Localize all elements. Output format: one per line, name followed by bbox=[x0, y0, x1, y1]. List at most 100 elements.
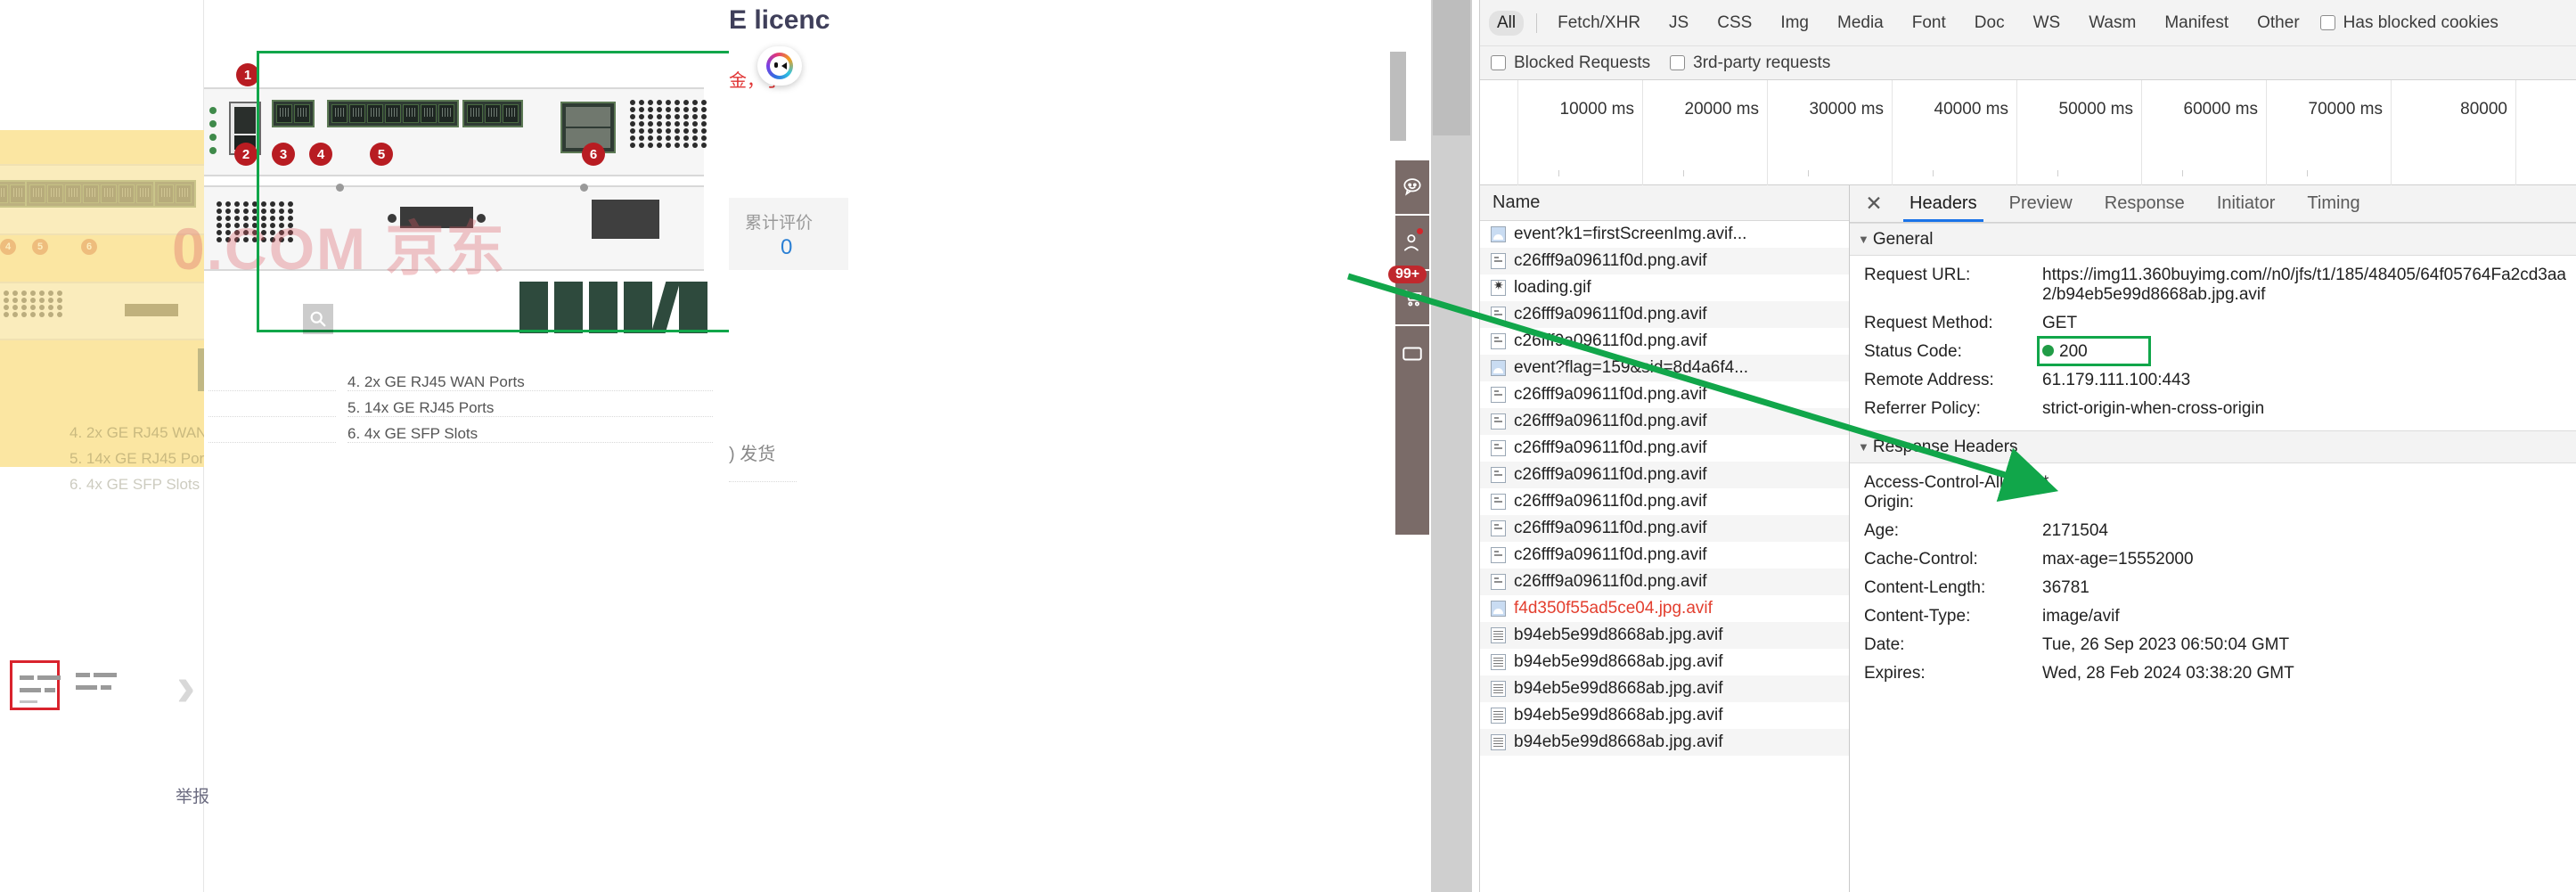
filter-chip-fetchxhr[interactable]: Fetch/XHR bbox=[1550, 11, 1648, 36]
review-count: 0 bbox=[781, 235, 792, 260]
detail-tabs: ✕ Headers Preview Response Initiator Tim… bbox=[1850, 185, 2576, 223]
thumbnail-1-selected[interactable] bbox=[10, 660, 60, 710]
request-row[interactable]: c26fff9a09611f0d.png.avif bbox=[1480, 488, 1849, 515]
filter-chip-all[interactable]: All bbox=[1489, 11, 1524, 36]
callout-marker: 4 bbox=[0, 239, 16, 255]
filter-chip-wasm[interactable]: Wasm bbox=[2081, 11, 2144, 36]
header-row: Status Code:200 bbox=[1850, 338, 2576, 366]
avatar-ring bbox=[766, 53, 793, 79]
header-key: Status Code: bbox=[1864, 342, 2042, 362]
image-file-icon bbox=[1491, 360, 1506, 376]
request-row[interactable]: c26fff9a09611f0d.png.avif bbox=[1480, 301, 1849, 328]
checkbox-box[interactable] bbox=[2320, 15, 2335, 30]
timeline-tick-label: 40000 ms bbox=[1934, 100, 2008, 119]
chevron-down-icon: ▼ bbox=[1858, 233, 1869, 246]
magnifier-icon[interactable] bbox=[303, 304, 333, 334]
filter-chip-doc[interactable]: Doc bbox=[1967, 11, 2013, 36]
request-row[interactable]: c26fff9a09611f0d.png.avif bbox=[1480, 435, 1849, 462]
generic-file-icon bbox=[1491, 467, 1506, 483]
generic-file-icon bbox=[1491, 413, 1506, 430]
request-row[interactable]: b94eb5e99d8668ab.jpg.avif bbox=[1480, 729, 1849, 756]
tab-initiator[interactable]: Initiator bbox=[2204, 193, 2289, 222]
request-row[interactable]: b94eb5e99d8668ab.jpg.avif bbox=[1480, 622, 1849, 649]
network-overview-timeline[interactable]: 10000 ms 20000 ms 30000 ms 40000 ms 5000… bbox=[1480, 80, 2576, 185]
jpeg-file-icon bbox=[1491, 627, 1506, 643]
timeline-tick-label: 30000 ms bbox=[1810, 100, 1884, 119]
network-split-view: Name event?k1=firstScreenImg.avif...c26f… bbox=[1480, 185, 2576, 892]
request-row[interactable]: b94eb5e99d8668ab.jpg.avif bbox=[1480, 702, 1849, 729]
request-row-name: event?k1=firstScreenImg.avif... bbox=[1514, 225, 1746, 244]
request-row[interactable]: event?k1=firstScreenImg.avif... bbox=[1480, 221, 1849, 248]
cart-icon[interactable]: 99+ bbox=[1395, 271, 1429, 326]
spec-dotline bbox=[348, 390, 713, 391]
section-general-header[interactable]: ▼ General bbox=[1850, 223, 2576, 256]
close-icon[interactable]: ✕ bbox=[1857, 185, 1891, 222]
request-row[interactable]: loading.gif bbox=[1480, 274, 1849, 301]
request-row[interactable]: event?flag=159&sid=8d4a6f4... bbox=[1480, 355, 1849, 381]
filter-chip-other[interactable]: Other bbox=[2249, 11, 2308, 36]
chat-icon[interactable] bbox=[1395, 160, 1429, 216]
spec-dotline bbox=[209, 390, 336, 391]
request-row[interactable]: c26fff9a09611f0d.png.avif bbox=[1480, 248, 1849, 274]
spec-dotline bbox=[348, 416, 713, 417]
filter-chip-manifest[interactable]: Manifest bbox=[2156, 11, 2237, 36]
request-row[interactable]: b94eb5e99d8668ab.jpg.avif bbox=[1480, 649, 1849, 675]
section-response-headers-header[interactable]: ▼ Response Headers bbox=[1850, 430, 2576, 463]
screen-icon[interactable] bbox=[1395, 326, 1429, 381]
request-row[interactable]: c26fff9a09611f0d.png.avif bbox=[1480, 408, 1849, 435]
page-scrollbar-thumb[interactable] bbox=[1390, 52, 1406, 141]
section-response-headers-title: Response Headers bbox=[1873, 438, 2018, 457]
header-row: Referrer Policy:strict-origin-when-cross… bbox=[1850, 395, 2576, 423]
filter-chip-js[interactable]: JS bbox=[1661, 11, 1697, 36]
header-row: Content-Length:36781 bbox=[1850, 574, 2576, 602]
gallery-next-arrow[interactable]: › bbox=[176, 658, 195, 715]
browser-scrollbar-thumb[interactable] bbox=[1433, 0, 1470, 135]
timeline-cell bbox=[1480, 80, 1518, 185]
checkbox-3rd-party-requests[interactable]: 3rd-party requests bbox=[1670, 53, 1830, 73]
request-row[interactable]: c26fff9a09611f0d.png.avif bbox=[1480, 569, 1849, 595]
filter-separator bbox=[1536, 13, 1537, 33]
request-row[interactable]: c26fff9a09611f0d.png.avif bbox=[1480, 515, 1849, 542]
tab-response[interactable]: Response bbox=[2091, 193, 2198, 222]
tab-preview[interactable]: Preview bbox=[1996, 193, 2086, 222]
generic-file-icon bbox=[1491, 574, 1506, 590]
cart-badge: 99+ bbox=[1388, 266, 1427, 283]
header-row: Remote Address:61.179.111.100:443 bbox=[1850, 366, 2576, 395]
checkbox-box[interactable] bbox=[1491, 55, 1506, 70]
generic-file-icon bbox=[1491, 253, 1506, 269]
report-link[interactable]: 举报 bbox=[176, 783, 209, 807]
filter-chip-img[interactable]: Img bbox=[1772, 11, 1817, 36]
checkbox-box[interactable] bbox=[1670, 55, 1685, 70]
checkbox-blocked-requests[interactable]: Blocked Requests bbox=[1491, 53, 1650, 73]
request-row[interactable]: b94eb5e99d8668ab.jpg.avif bbox=[1480, 675, 1849, 702]
generic-file-icon bbox=[1491, 547, 1506, 563]
main-product-image[interactable]: 1 bbox=[204, 0, 729, 892]
thumbnail-2[interactable] bbox=[69, 660, 119, 710]
request-row[interactable]: c26fff9a09611f0d.png.avif bbox=[1480, 462, 1849, 488]
request-row-name: c26fff9a09611f0d.png.avif bbox=[1514, 251, 1707, 271]
screenshot-root: 4 5 6 7 bbox=[0, 0, 2576, 892]
header-key: Content-Length: bbox=[1864, 578, 2042, 598]
filter-chip-css[interactable]: CSS bbox=[1709, 11, 1760, 36]
tab-timing[interactable]: Timing bbox=[2294, 193, 2373, 222]
filter-chip-font[interactable]: Font bbox=[1904, 11, 1954, 36]
tab-headers[interactable]: Headers bbox=[1896, 193, 1991, 222]
checkbox-has-blocked-cookies[interactable]: Has blocked cookies bbox=[2320, 13, 2498, 33]
request-row-name: c26fff9a09611f0d.png.avif bbox=[1514, 305, 1707, 324]
avatar[interactable] bbox=[757, 46, 802, 86]
led-indicator-group bbox=[209, 107, 217, 154]
request-list[interactable]: Name event?k1=firstScreenImg.avif...c26f… bbox=[1480, 185, 1850, 892]
filter-chip-media[interactable]: Media bbox=[1829, 11, 1892, 36]
request-row[interactable]: c26fff9a09611f0d.png.avif bbox=[1480, 381, 1849, 408]
timeline-cell: 20000 ms bbox=[1643, 80, 1768, 185]
header-row: Date:Tue, 26 Sep 2023 06:50:04 GMT bbox=[1850, 631, 2576, 659]
header-row: Request Method:GET bbox=[1850, 309, 2576, 338]
thumbnail-art bbox=[74, 666, 113, 705]
customer-service-icon[interactable] bbox=[1395, 216, 1429, 271]
header-value: max-age=15552000 bbox=[2042, 550, 2576, 569]
request-row[interactable]: c26fff9a09611f0d.png.avif bbox=[1480, 328, 1849, 355]
request-row[interactable]: c26fff9a09611f0d.png.avif bbox=[1480, 542, 1849, 569]
thumbnail-art bbox=[18, 668, 52, 702]
request-row[interactable]: f4d350f55ad5ce04.jpg.avif bbox=[1480, 595, 1849, 622]
filter-chip-ws[interactable]: WS bbox=[2025, 11, 2069, 36]
